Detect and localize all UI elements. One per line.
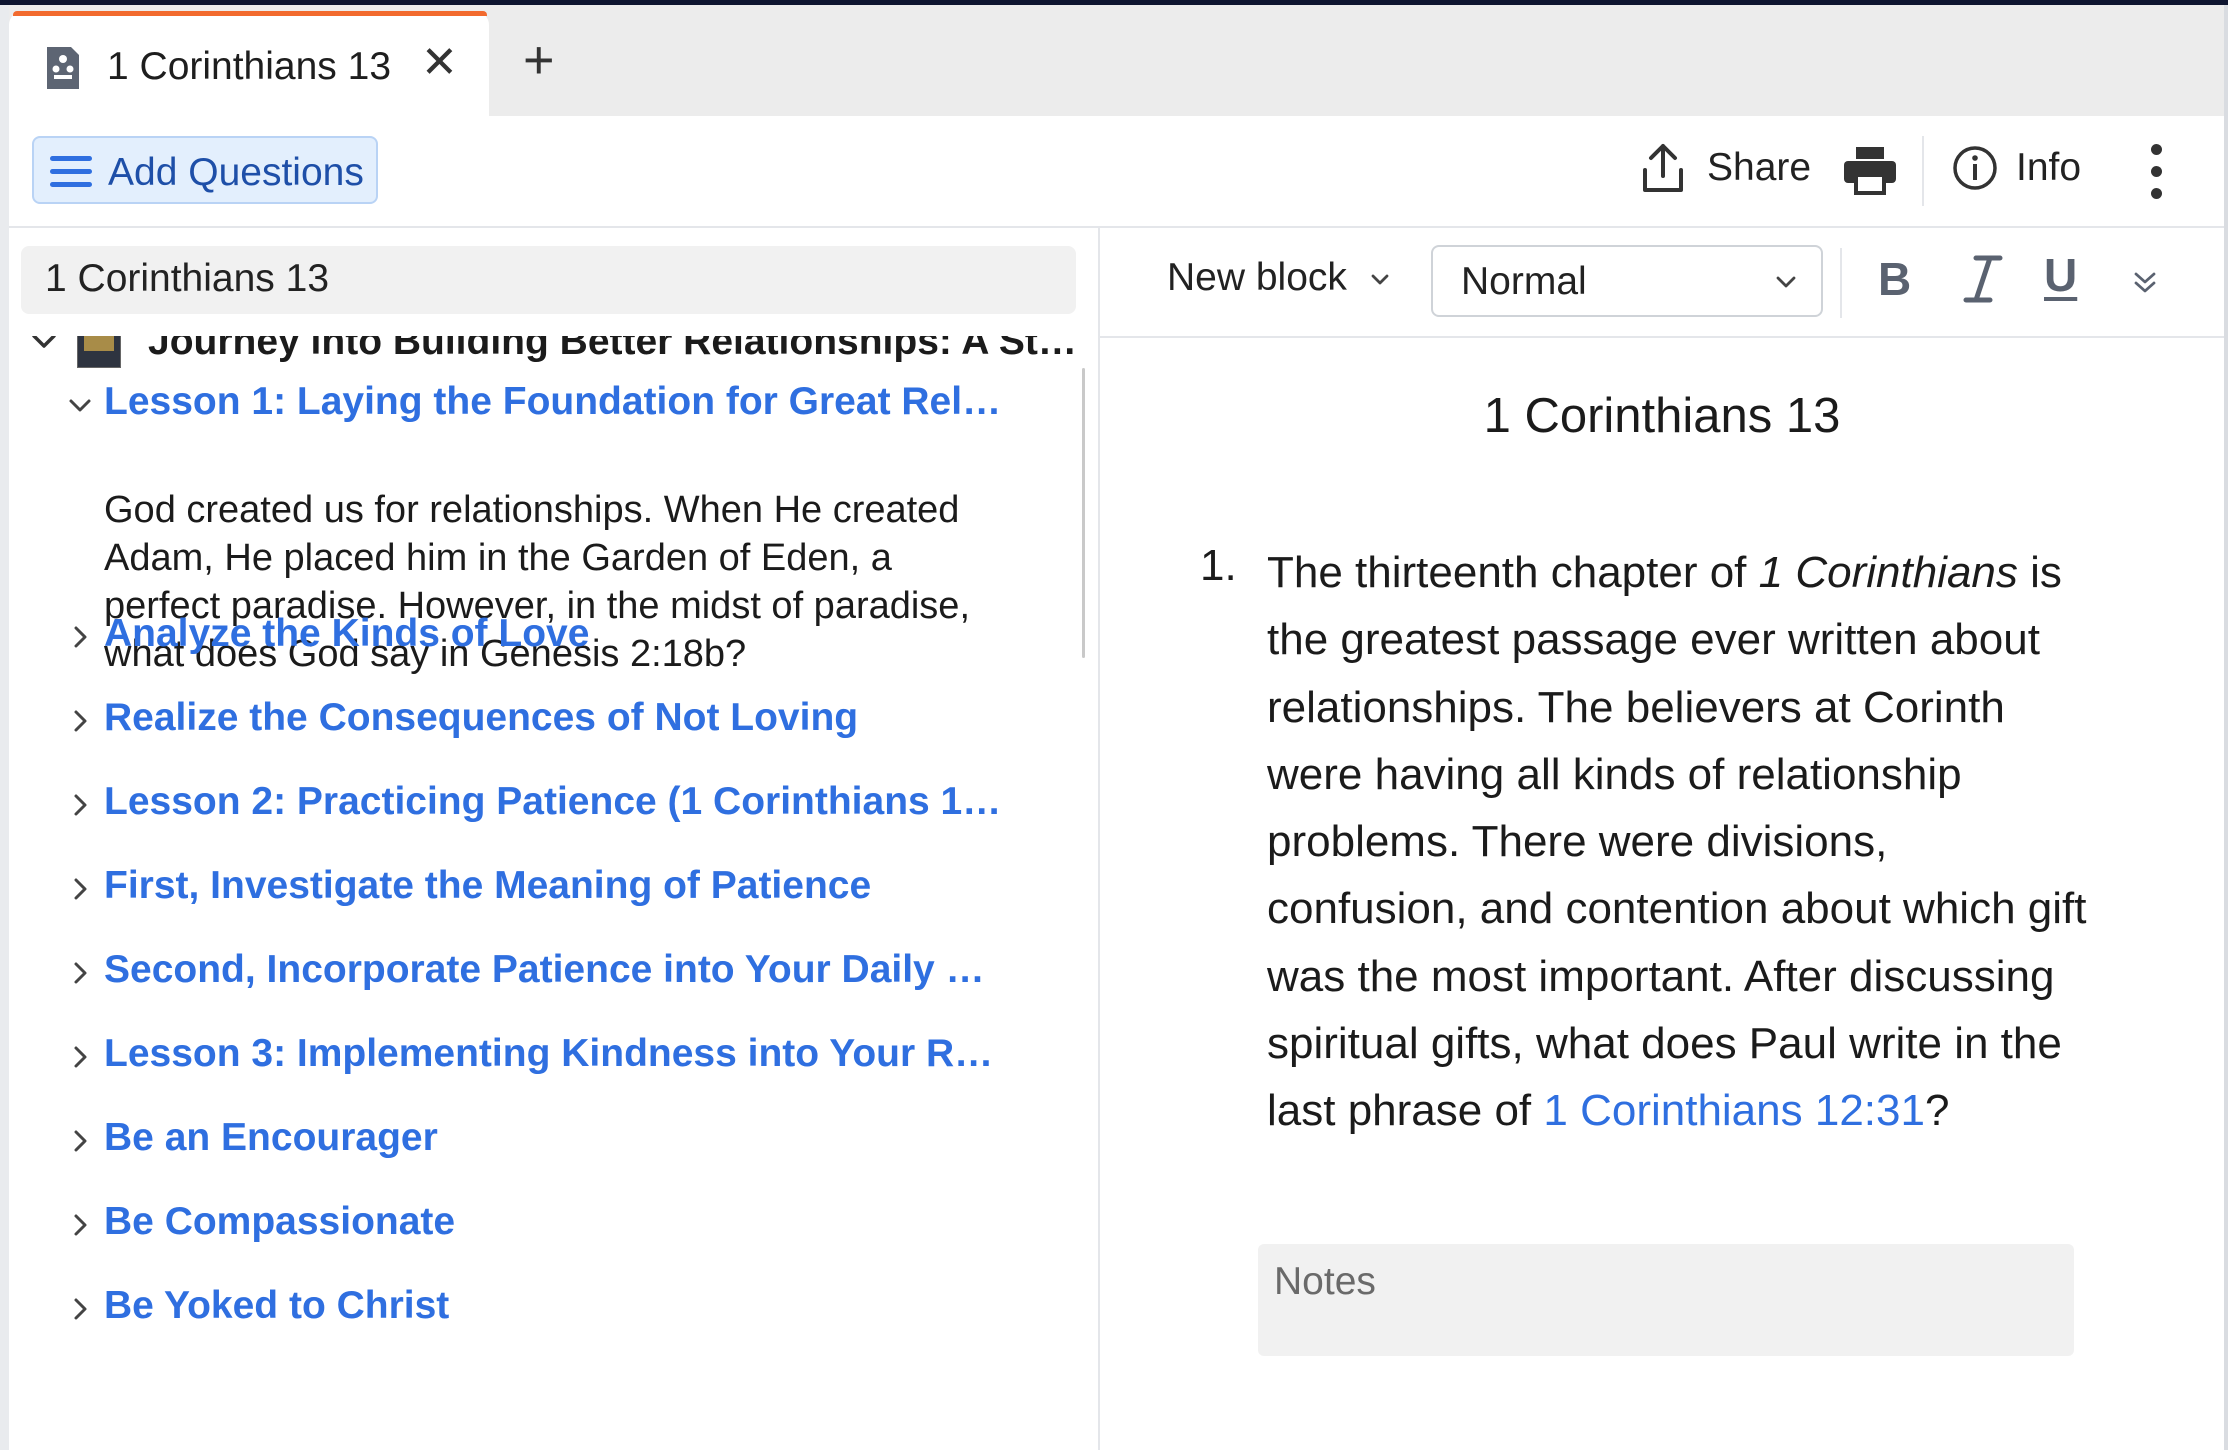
window-left-edge: [0, 5, 9, 1450]
close-icon[interactable]: ✕: [421, 41, 458, 85]
more-vertical-icon[interactable]: [2149, 144, 2163, 200]
outline-pane: 1 Corinthians 13 Journey into Building B…: [9, 228, 1100, 1450]
passage-search-value: 1 Corinthians 13: [45, 257, 330, 300]
active-tab-indicator: [13, 11, 487, 16]
tree-item-label: First, Investigate the Meaning of Patien…: [104, 864, 872, 907]
underline-button[interactable]: U: [2044, 248, 2077, 302]
tree-item-compassionate[interactable]: Be Compassionate: [9, 1196, 1089, 1256]
chevron-right-icon[interactable]: [67, 1296, 93, 1322]
tree-item-label: Be Yoked to Christ: [104, 1284, 450, 1327]
chevron-down-icon[interactable]: [29, 336, 59, 356]
bold-button[interactable]: B: [1878, 252, 1911, 306]
share-label: Share: [1707, 146, 1812, 189]
tree-item-label: Second, Incorporate Patience into Your D…: [104, 948, 985, 991]
double-chevron-down-icon[interactable]: [2130, 268, 2160, 298]
format-divider: [1840, 248, 1842, 318]
tree-item-label: Lesson 2: Practicing Patience (1 Corinth…: [104, 780, 1002, 823]
question-book-title: 1 Corinthians: [1758, 548, 2018, 597]
chevron-right-icon[interactable]: [67, 1128, 93, 1154]
chevron-right-icon[interactable]: [67, 708, 93, 734]
tab-strip: 1 Corinthians 13 ✕ +: [9, 5, 2224, 122]
toolbar-divider: [1922, 136, 1924, 206]
tree-item-lesson-2[interactable]: Lesson 2: Practicing Patience (1 Corinth…: [9, 776, 1089, 836]
scripture-reference-link[interactable]: 1 Corinthians 12:31: [1543, 1086, 1925, 1135]
info-icon[interactable]: [1952, 145, 1998, 191]
tree-item-label: Realize the Consequences of Not Loving: [104, 696, 859, 739]
plus-icon[interactable]: +: [523, 33, 555, 87]
editor-pane: New block Normal B U 1 Corinthians 13 1.…: [1100, 228, 2224, 1450]
tree-item-consequences[interactable]: Realize the Consequences of Not Loving: [9, 692, 1089, 752]
tree-item-lesson-1[interactable]: Lesson 1: Laying the Foundation for Grea…: [9, 376, 1089, 436]
paragraph-style-value: Normal: [1461, 260, 1587, 303]
tree-item-encourager[interactable]: Be an Encourager: [9, 1112, 1089, 1172]
share-icon: [1643, 144, 1683, 192]
add-questions-label: Add Questions: [108, 151, 364, 194]
chevron-right-icon[interactable]: [67, 876, 93, 902]
chevron-right-icon[interactable]: [67, 792, 93, 818]
document-toolbar: Add Questions Share Info: [9, 116, 2224, 228]
format-toolbar: New block Normal B U: [1100, 228, 2224, 338]
question-text[interactable]: The thirteenth chapter of 1 Corinthians …: [1267, 539, 2087, 1145]
question-text-end: ?: [1924, 1086, 1950, 1136]
tree-item-investigate-patience[interactable]: First, Investigate the Meaning of Patien…: [9, 860, 1089, 920]
chevron-right-icon[interactable]: [67, 1044, 93, 1070]
italic-icon[interactable]: [1960, 252, 2006, 306]
tree-item-label: Be an Encourager: [104, 1116, 438, 1159]
chevron-right-icon[interactable]: [67, 1212, 93, 1238]
chevron-down-icon[interactable]: [1368, 268, 1392, 292]
question-number: 1.: [1200, 541, 1237, 590]
tab-title: 1 Corinthians 13: [107, 45, 392, 88]
chevron-right-icon[interactable]: [67, 960, 93, 986]
window-right-edge: [2224, 5, 2228, 1450]
tree-item-label: Lesson 1: Laying the Foundation for Grea…: [104, 380, 1002, 423]
print-icon[interactable]: [1842, 145, 1898, 195]
chevron-down-icon[interactable]: [67, 392, 93, 418]
chevron-down-icon: [1776, 276, 1796, 288]
tree-item-incorporate-patience[interactable]: Second, Incorporate Patience into Your D…: [9, 944, 1089, 1004]
tree-item-yoked[interactable]: Be Yoked to Christ: [9, 1280, 1089, 1340]
info-label[interactable]: Info: [2016, 146, 2081, 190]
paragraph-style-select[interactable]: Normal: [1431, 245, 1823, 317]
notes-field[interactable]: Notes: [1258, 1244, 2074, 1356]
tree-item-label: Analyze the Kinds of Love: [104, 612, 590, 655]
question-text-start: The thirteenth chapter of: [1267, 548, 1759, 597]
new-block-button[interactable]: New block: [1167, 256, 1347, 300]
add-questions-button[interactable]: Add Questions: [32, 136, 378, 204]
tree-item-lesson-3[interactable]: Lesson 3: Implementing Kindness into You…: [9, 1028, 1089, 1088]
outline-scrollbar[interactable]: [1082, 368, 1085, 658]
tree-item-analyze-love[interactable]: Analyze the Kinds of Love: [9, 608, 1089, 668]
tree-item-label: Be Compassionate: [104, 1200, 456, 1243]
passage-search-input[interactable]: 1 Corinthians 13: [21, 246, 1076, 314]
study-thumbnail: [77, 336, 121, 368]
tab-1-corinthians-13[interactable]: 1 Corinthians 13 ✕: [9, 11, 489, 122]
outline-tree[interactable]: Journey into Building Better Relationshi…: [9, 336, 1098, 1450]
tree-item-label: Lesson 3: Implementing Kindness into You…: [104, 1032, 994, 1075]
notes-placeholder: Notes: [1274, 1260, 1376, 1303]
document-title[interactable]: 1 Corinthians 13: [1100, 388, 2224, 444]
chevron-right-icon[interactable]: [67, 624, 93, 650]
root-title: Journey into Building Better Relationshi…: [148, 336, 1077, 363]
question-text-middle: is the greatest passage ever written abo…: [1267, 548, 2087, 1136]
menu-icon: [50, 156, 92, 190]
document-icon: [47, 47, 79, 89]
